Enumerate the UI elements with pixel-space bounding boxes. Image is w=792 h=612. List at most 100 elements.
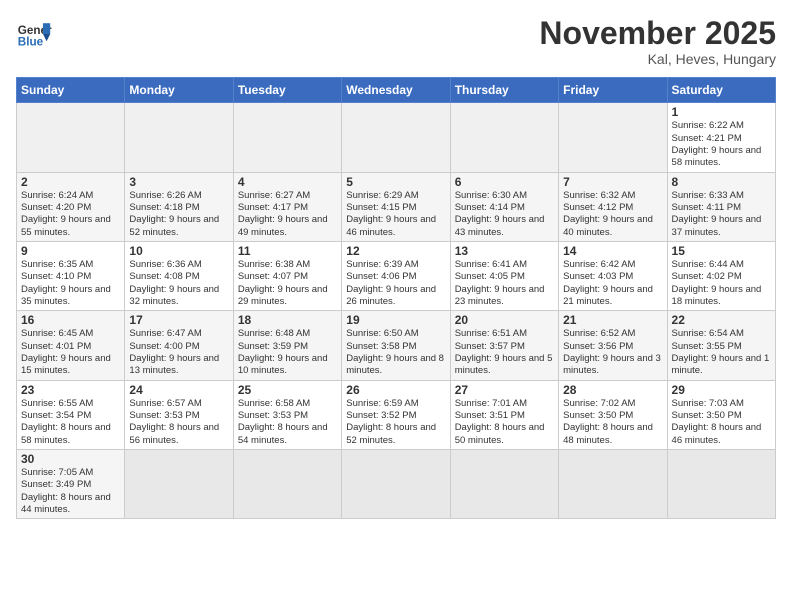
day-number: 3 bbox=[129, 175, 228, 189]
calendar-day-cell bbox=[342, 103, 450, 172]
day-sun-info: Sunrise: 6:48 AMSunset: 3:59 PMDaylight:… bbox=[238, 328, 337, 377]
day-sun-info: Sunrise: 6:51 AMSunset: 3:57 PMDaylight:… bbox=[455, 328, 554, 377]
calendar-week-row: 1Sunrise: 6:22 AMSunset: 4:21 PMDaylight… bbox=[17, 103, 776, 172]
calendar-day-cell: 5Sunrise: 6:29 AMSunset: 4:15 PMDaylight… bbox=[342, 172, 450, 241]
day-number: 12 bbox=[346, 244, 445, 258]
day-sun-info: Sunrise: 6:47 AMSunset: 4:00 PMDaylight:… bbox=[129, 328, 228, 377]
day-sun-info: Sunrise: 6:52 AMSunset: 3:56 PMDaylight:… bbox=[563, 328, 662, 377]
calendar-day-cell bbox=[450, 103, 558, 172]
day-sun-info: Sunrise: 6:44 AMSunset: 4:02 PMDaylight:… bbox=[672, 259, 771, 308]
day-sun-info: Sunrise: 7:02 AMSunset: 3:50 PMDaylight:… bbox=[563, 398, 662, 447]
day-number: 21 bbox=[563, 313, 662, 327]
day-number: 18 bbox=[238, 313, 337, 327]
day-number: 13 bbox=[455, 244, 554, 258]
calendar-day-cell: 14Sunrise: 6:42 AMSunset: 4:03 PMDayligh… bbox=[559, 241, 667, 310]
calendar-day-cell bbox=[342, 450, 450, 519]
day-sun-info: Sunrise: 6:29 AMSunset: 4:15 PMDaylight:… bbox=[346, 190, 445, 239]
day-number: 24 bbox=[129, 383, 228, 397]
calendar-day-cell: 8Sunrise: 6:33 AMSunset: 4:11 PMDaylight… bbox=[667, 172, 775, 241]
day-sun-info: Sunrise: 7:05 AMSunset: 3:49 PMDaylight:… bbox=[21, 467, 120, 516]
calendar-day-cell: 13Sunrise: 6:41 AMSunset: 4:05 PMDayligh… bbox=[450, 241, 558, 310]
day-number: 5 bbox=[346, 175, 445, 189]
weekday-header-monday: Monday bbox=[125, 78, 233, 103]
day-sun-info: Sunrise: 6:24 AMSunset: 4:20 PMDaylight:… bbox=[21, 190, 120, 239]
calendar-day-cell: 11Sunrise: 6:38 AMSunset: 4:07 PMDayligh… bbox=[233, 241, 341, 310]
day-number: 14 bbox=[563, 244, 662, 258]
day-sun-info: Sunrise: 6:55 AMSunset: 3:54 PMDaylight:… bbox=[21, 398, 120, 447]
calendar-day-cell bbox=[125, 103, 233, 172]
day-number: 23 bbox=[21, 383, 120, 397]
day-number: 4 bbox=[238, 175, 337, 189]
day-number: 20 bbox=[455, 313, 554, 327]
day-sun-info: Sunrise: 6:30 AMSunset: 4:14 PMDaylight:… bbox=[455, 190, 554, 239]
calendar-day-cell bbox=[559, 450, 667, 519]
calendar-day-cell: 28Sunrise: 7:02 AMSunset: 3:50 PMDayligh… bbox=[559, 380, 667, 449]
day-sun-info: Sunrise: 6:42 AMSunset: 4:03 PMDaylight:… bbox=[563, 259, 662, 308]
header: General Blue November 2025 Kal, Heves, H… bbox=[16, 16, 776, 67]
day-sun-info: Sunrise: 6:35 AMSunset: 4:10 PMDaylight:… bbox=[21, 259, 120, 308]
day-number: 26 bbox=[346, 383, 445, 397]
weekday-header-row: SundayMondayTuesdayWednesdayThursdayFrid… bbox=[17, 78, 776, 103]
day-number: 27 bbox=[455, 383, 554, 397]
day-number: 22 bbox=[672, 313, 771, 327]
day-number: 17 bbox=[129, 313, 228, 327]
logo-icon: General Blue bbox=[16, 16, 52, 52]
calendar-day-cell: 26Sunrise: 6:59 AMSunset: 3:52 PMDayligh… bbox=[342, 380, 450, 449]
day-number: 19 bbox=[346, 313, 445, 327]
svg-text:Blue: Blue bbox=[18, 36, 44, 49]
calendar-day-cell: 30Sunrise: 7:05 AMSunset: 3:49 PMDayligh… bbox=[17, 450, 125, 519]
day-sun-info: Sunrise: 6:26 AMSunset: 4:18 PMDaylight:… bbox=[129, 190, 228, 239]
day-sun-info: Sunrise: 6:33 AMSunset: 4:11 PMDaylight:… bbox=[672, 190, 771, 239]
weekday-header-tuesday: Tuesday bbox=[233, 78, 341, 103]
calendar-week-row: 2Sunrise: 6:24 AMSunset: 4:20 PMDaylight… bbox=[17, 172, 776, 241]
day-sun-info: Sunrise: 6:32 AMSunset: 4:12 PMDaylight:… bbox=[563, 190, 662, 239]
location-subtitle: Kal, Heves, Hungary bbox=[539, 51, 776, 67]
calendar-day-cell: 15Sunrise: 6:44 AMSunset: 4:02 PMDayligh… bbox=[667, 241, 775, 310]
day-sun-info: Sunrise: 7:03 AMSunset: 3:50 PMDaylight:… bbox=[672, 398, 771, 447]
day-sun-info: Sunrise: 6:27 AMSunset: 4:17 PMDaylight:… bbox=[238, 190, 337, 239]
calendar-day-cell bbox=[667, 450, 775, 519]
weekday-header-wednesday: Wednesday bbox=[342, 78, 450, 103]
day-number: 7 bbox=[563, 175, 662, 189]
weekday-header-sunday: Sunday bbox=[17, 78, 125, 103]
calendar-day-cell bbox=[233, 450, 341, 519]
calendar-day-cell bbox=[559, 103, 667, 172]
calendar-day-cell: 27Sunrise: 7:01 AMSunset: 3:51 PMDayligh… bbox=[450, 380, 558, 449]
day-sun-info: Sunrise: 6:59 AMSunset: 3:52 PMDaylight:… bbox=[346, 398, 445, 447]
calendar-day-cell bbox=[17, 103, 125, 172]
weekday-header-saturday: Saturday bbox=[667, 78, 775, 103]
day-sun-info: Sunrise: 6:57 AMSunset: 3:53 PMDaylight:… bbox=[129, 398, 228, 447]
day-number: 10 bbox=[129, 244, 228, 258]
calendar-day-cell: 24Sunrise: 6:57 AMSunset: 3:53 PMDayligh… bbox=[125, 380, 233, 449]
calendar-day-cell: 6Sunrise: 6:30 AMSunset: 4:14 PMDaylight… bbox=[450, 172, 558, 241]
calendar-day-cell: 20Sunrise: 6:51 AMSunset: 3:57 PMDayligh… bbox=[450, 311, 558, 380]
calendar-day-cell: 7Sunrise: 6:32 AMSunset: 4:12 PMDaylight… bbox=[559, 172, 667, 241]
calendar-day-cell: 23Sunrise: 6:55 AMSunset: 3:54 PMDayligh… bbox=[17, 380, 125, 449]
day-number: 8 bbox=[672, 175, 771, 189]
calendar-day-cell: 12Sunrise: 6:39 AMSunset: 4:06 PMDayligh… bbox=[342, 241, 450, 310]
day-number: 30 bbox=[21, 452, 120, 466]
day-sun-info: Sunrise: 6:39 AMSunset: 4:06 PMDaylight:… bbox=[346, 259, 445, 308]
calendar-day-cell: 1Sunrise: 6:22 AMSunset: 4:21 PMDaylight… bbox=[667, 103, 775, 172]
calendar-day-cell: 29Sunrise: 7:03 AMSunset: 3:50 PMDayligh… bbox=[667, 380, 775, 449]
calendar-day-cell: 21Sunrise: 6:52 AMSunset: 3:56 PMDayligh… bbox=[559, 311, 667, 380]
day-number: 15 bbox=[672, 244, 771, 258]
weekday-header-friday: Friday bbox=[559, 78, 667, 103]
calendar-week-row: 16Sunrise: 6:45 AMSunset: 4:01 PMDayligh… bbox=[17, 311, 776, 380]
day-number: 25 bbox=[238, 383, 337, 397]
logo: General Blue bbox=[16, 16, 52, 52]
calendar-day-cell: 3Sunrise: 6:26 AMSunset: 4:18 PMDaylight… bbox=[125, 172, 233, 241]
calendar-week-row: 23Sunrise: 6:55 AMSunset: 3:54 PMDayligh… bbox=[17, 380, 776, 449]
day-sun-info: Sunrise: 7:01 AMSunset: 3:51 PMDaylight:… bbox=[455, 398, 554, 447]
day-number: 1 bbox=[672, 105, 771, 119]
calendar-table: SundayMondayTuesdayWednesdayThursdayFrid… bbox=[16, 77, 776, 519]
calendar-day-cell: 4Sunrise: 6:27 AMSunset: 4:17 PMDaylight… bbox=[233, 172, 341, 241]
calendar-day-cell: 16Sunrise: 6:45 AMSunset: 4:01 PMDayligh… bbox=[17, 311, 125, 380]
calendar-day-cell bbox=[233, 103, 341, 172]
calendar-day-cell bbox=[450, 450, 558, 519]
day-sun-info: Sunrise: 6:54 AMSunset: 3:55 PMDaylight:… bbox=[672, 328, 771, 377]
day-sun-info: Sunrise: 6:38 AMSunset: 4:07 PMDaylight:… bbox=[238, 259, 337, 308]
day-number: 9 bbox=[21, 244, 120, 258]
calendar-day-cell: 9Sunrise: 6:35 AMSunset: 4:10 PMDaylight… bbox=[17, 241, 125, 310]
calendar-day-cell: 25Sunrise: 6:58 AMSunset: 3:53 PMDayligh… bbox=[233, 380, 341, 449]
